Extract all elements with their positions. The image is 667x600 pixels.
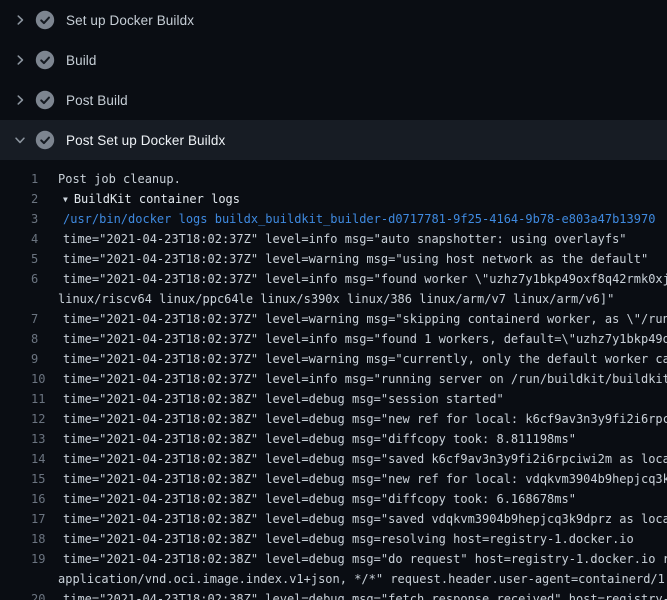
log-group-label: BuildKit container logs (74, 192, 240, 206)
check-circle-icon (35, 10, 55, 30)
log-text: time="2021-04-23T18:02:38Z" level=debug … (63, 409, 667, 429)
step-label: Post Build (66, 93, 128, 108)
step-row-build[interactable]: Build (0, 40, 667, 80)
log-text: Post job cleanup. (58, 169, 181, 189)
group-toggle-triangle-icon[interactable]: ▼ (63, 190, 68, 209)
step-row-post-build[interactable]: Post Build (0, 80, 667, 120)
steps-list: Set up Docker Buildx Build Post Build Post … (0, 0, 667, 160)
line-number[interactable]: 16 (31, 489, 58, 509)
step-label: Build (66, 53, 97, 68)
log-text: time="2021-04-23T18:02:38Z" level=debug … (63, 489, 576, 509)
log-text: time="2021-04-23T18:02:38Z" level=debug … (63, 549, 667, 569)
log-text: time="2021-04-23T18:02:38Z" level=debug … (63, 449, 667, 469)
log-line: 1Post job cleanup. (0, 169, 667, 189)
log-line: 3/usr/bin/docker logs buildx_buildkit_bu… (0, 209, 667, 229)
line-number[interactable]: 12 (31, 409, 58, 429)
log-text: time="2021-04-23T18:02:38Z" level=debug … (63, 429, 576, 449)
line-number[interactable]: 7 (31, 309, 58, 329)
line-number[interactable]: 6 (31, 269, 58, 289)
chevron-right-icon (12, 52, 28, 68)
log-line: 2 ▼ BuildKit container logs (0, 189, 667, 209)
log-text: time="2021-04-23T18:02:38Z" level=debug … (63, 389, 504, 409)
line-number[interactable]: 1 (31, 169, 58, 189)
line-number[interactable]: 9 (31, 349, 58, 369)
line-number[interactable]: 8 (31, 329, 58, 349)
log-line-wrap: linux/riscv64 linux/ppc64le linux/s390x … (0, 289, 667, 309)
line-number (31, 289, 58, 309)
chevron-right-icon (12, 92, 28, 108)
log-text: linux/riscv64 linux/ppc64le linux/s390x … (58, 289, 614, 309)
log-line: 20 time="2021-04-23T18:02:38Z" level=debu… (0, 589, 667, 600)
line-number[interactable]: 11 (31, 389, 58, 409)
log-line: 13time="2021-04-23T18:02:38Z" level=debu… (0, 429, 667, 449)
step-row-set-up-docker-buildx[interactable]: Set up Docker Buildx (0, 0, 667, 40)
log-text: application/vnd.oci.image.index.v1+json,… (58, 569, 667, 589)
line-number[interactable]: 18 (31, 529, 58, 549)
log-line: 19time="2021-04-23T18:02:38Z" level=debu… (0, 549, 667, 569)
log-line: 17time="2021-04-23T18:02:38Z" level=debu… (0, 509, 667, 529)
log-text: time="2021-04-23T18:02:37Z" level=warnin… (63, 309, 667, 329)
log-line: 9time="2021-04-23T18:02:37Z" level=warni… (0, 349, 667, 369)
line-number[interactable]: 10 (31, 369, 58, 389)
log-line: 6time="2021-04-23T18:02:37Z" level=info … (0, 269, 667, 289)
log-text: time="2021-04-23T18:02:37Z" level=info m… (63, 329, 667, 349)
log-group-header: ▼ BuildKit container logs (63, 189, 240, 209)
log-text: time="2021-04-23T18:02:37Z" level=warnin… (63, 349, 667, 369)
check-circle-icon (35, 50, 55, 70)
check-circle-icon (35, 130, 55, 150)
log-text: time="2021-04-23T18:02:38Z" level=debug … (63, 469, 667, 489)
line-number[interactable]: 19 (31, 549, 58, 569)
line-number[interactable]: 5 (31, 249, 58, 269)
log-area: 1Post job cleanup.2 ▼ BuildKit container l… (0, 160, 667, 600)
log-command-text: /usr/bin/docker logs buildx_buildkit_bui… (63, 209, 655, 229)
log-text: time="2021-04-23T18:02:37Z" level=info m… (63, 269, 667, 289)
log-line: 5time="2021-04-23T18:02:37Z" level=warni… (0, 249, 667, 269)
line-number[interactable]: 4 (31, 229, 58, 249)
log-text: time="2021-04-23T18:02:38Z" level=debug … (63, 589, 667, 600)
log-line: 4time="2021-04-23T18:02:37Z" level=info … (0, 229, 667, 249)
log-line: 8time="2021-04-23T18:02:37Z" level=info … (0, 329, 667, 349)
log-text: time="2021-04-23T18:02:37Z" level=info m… (63, 369, 667, 389)
line-number[interactable]: 13 (31, 429, 58, 449)
log-line: 18time="2021-04-23T18:02:38Z" level=debu… (0, 529, 667, 549)
log-line: 12time="2021-04-23T18:02:38Z" level=debu… (0, 409, 667, 429)
log-text: time="2021-04-23T18:02:37Z" level=warnin… (63, 249, 648, 269)
line-number[interactable]: 17 (31, 509, 58, 529)
log-line: 10time="2021-04-23T18:02:37Z" level=info… (0, 369, 667, 389)
chevron-right-icon (12, 12, 28, 28)
chevron-down-icon (12, 132, 28, 148)
log-line-wrap: application/vnd.oci.image.index.v1+json,… (0, 569, 667, 589)
log-line: 11time="2021-04-23T18:02:38Z" level=debu… (0, 389, 667, 409)
line-number[interactable]: 15 (31, 469, 58, 489)
log-line: 14time="2021-04-23T18:02:38Z" level=debu… (0, 449, 667, 469)
line-number[interactable]: 2 (31, 189, 58, 209)
log-text: time="2021-04-23T18:02:37Z" level=info m… (63, 229, 627, 249)
log-line: 7time="2021-04-23T18:02:37Z" level=warni… (0, 309, 667, 329)
line-number (31, 569, 58, 589)
step-label: Post Set up Docker Buildx (66, 133, 225, 148)
line-number[interactable]: 20 (31, 589, 58, 600)
step-label: Set up Docker Buildx (66, 13, 194, 28)
log-line: 16time="2021-04-23T18:02:38Z" level=debu… (0, 489, 667, 509)
log-text: time="2021-04-23T18:02:38Z" level=debug … (63, 509, 667, 529)
line-number[interactable]: 3 (31, 209, 58, 229)
log-line: 15time="2021-04-23T18:02:38Z" level=debu… (0, 469, 667, 489)
log-text: time="2021-04-23T18:02:38Z" level=debug … (63, 529, 634, 549)
step-row-post-set-up-docker-buildx[interactable]: Post Set up Docker Buildx (0, 120, 667, 160)
line-number[interactable]: 14 (31, 449, 58, 469)
check-circle-icon (35, 90, 55, 110)
